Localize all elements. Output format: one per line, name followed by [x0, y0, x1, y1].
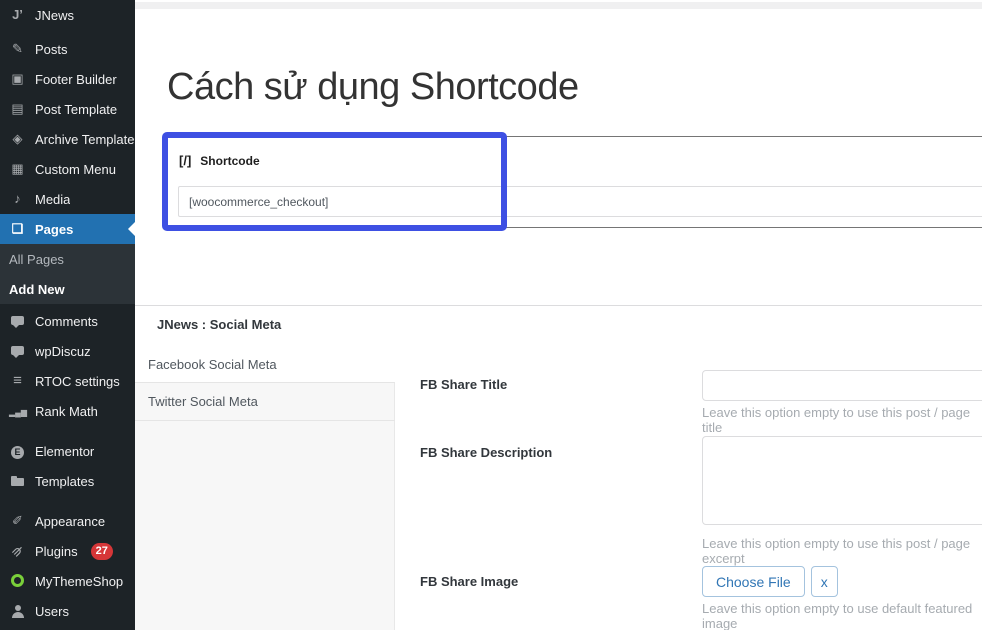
- fb-share-title-label: FB Share Title: [420, 377, 507, 392]
- mythemeshop-icon: [9, 573, 26, 589]
- tab-facebook-social-meta[interactable]: Facebook Social Meta: [135, 347, 395, 382]
- document-icon: [9, 101, 26, 117]
- grid-icon: [9, 161, 26, 177]
- admin-sidebar: JNews Posts Footer Builder Post Template…: [0, 0, 135, 630]
- shortcode-block-header: [/] Shortcode: [179, 153, 260, 168]
- wordpress-admin-page: JNews Posts Footer Builder Post Template…: [0, 0, 982, 630]
- fb-share-description-label: FB Share Description: [420, 445, 552, 460]
- sidebar-item-label: Templates: [35, 474, 94, 489]
- folder-icon: [9, 473, 26, 489]
- user-icon: [9, 603, 26, 619]
- sidebar-item-label: Custom Menu: [35, 162, 116, 177]
- fb-share-image-controls: Choose File x: [702, 566, 838, 597]
- sidebar-item-label: Rank Math: [35, 404, 98, 419]
- page-title[interactable]: Cách sử dụng Shortcode: [167, 66, 579, 109]
- sidebar-item-label: Plugins: [35, 544, 78, 559]
- metabox-title: JNews : Social Meta: [157, 317, 281, 332]
- sidebar-item-label: MyThemeShop: [35, 574, 123, 589]
- fb-share-image-label: FB Share Image: [420, 574, 518, 589]
- shortcode-icon: [/]: [179, 153, 191, 168]
- plug-icon: [9, 543, 26, 559]
- tag-icon: [9, 131, 26, 147]
- sidebar-item-label: Users: [35, 604, 69, 619]
- elementor-icon: [9, 443, 26, 459]
- sidebar-item-templates[interactable]: Templates: [0, 466, 135, 496]
- sidebar-item-footer-builder[interactable]: Footer Builder: [0, 64, 135, 94]
- sidebar-item-label: Appearance: [35, 514, 105, 529]
- sidebar-item-users[interactable]: Users: [0, 596, 135, 626]
- jnews-icon: [9, 7, 26, 23]
- submenu-item-add-new[interactable]: Add New: [0, 274, 135, 304]
- sidebar-item-wpdiscuz[interactable]: wpDiscuz: [0, 336, 135, 366]
- choose-file-button[interactable]: Choose File: [702, 566, 805, 597]
- sidebar-item-label: JNews: [35, 8, 74, 23]
- sidebar-item-appearance[interactable]: Appearance: [0, 506, 135, 536]
- fb-share-image-help: Leave this option empty to use default f…: [702, 601, 982, 630]
- sidebar-item-label: Pages: [35, 222, 73, 237]
- sidebar-item-rtoc-settings[interactable]: RTOC settings: [0, 366, 135, 396]
- shortcode-block-label: Shortcode: [200, 154, 259, 168]
- monitor-icon: [9, 71, 26, 87]
- fb-share-title-help: Leave this option empty to use this post…: [702, 405, 982, 435]
- pages-icon: [9, 221, 26, 237]
- tab-label: Facebook Social Meta: [148, 357, 277, 372]
- sidebar-item-elementor[interactable]: Elementor: [0, 436, 135, 466]
- sidebar-item-mythemeshop[interactable]: MyThemeShop: [0, 566, 135, 596]
- comment-icon: [9, 313, 26, 329]
- list-icon: [9, 373, 26, 389]
- tab-label: Twitter Social Meta: [148, 394, 258, 409]
- sidebar-item-jnews[interactable]: JNews: [0, 0, 135, 30]
- sidebar-item-label: Elementor: [35, 444, 94, 459]
- pages-submenu: All Pages Add New: [0, 244, 135, 304]
- brush-icon: [9, 513, 26, 529]
- metabox-top-border: [135, 305, 982, 306]
- sidebar-item-rank-math[interactable]: Rank Math: [0, 396, 135, 426]
- sidebar-item-label: Footer Builder: [35, 72, 117, 87]
- comment-icon: [9, 343, 26, 359]
- sidebar-item-plugins[interactable]: Plugins 27: [0, 536, 135, 566]
- sidebar-item-pages[interactable]: Pages: [0, 214, 135, 244]
- tab-twitter-social-meta[interactable]: Twitter Social Meta: [135, 382, 395, 421]
- shortcode-input[interactable]: [178, 186, 982, 217]
- sidebar-item-label: Posts: [35, 42, 68, 57]
- plugins-update-badge: 27: [91, 543, 113, 560]
- submenu-item-label: All Pages: [9, 252, 64, 267]
- media-icon: [9, 191, 26, 207]
- fb-share-description-help: Leave this option empty to use this post…: [702, 536, 982, 566]
- sidebar-item-archive-template[interactable]: Archive Template: [0, 124, 135, 154]
- pushpin-icon: [9, 41, 26, 57]
- sidebar-item-posts[interactable]: Posts: [0, 34, 135, 64]
- fb-share-description-textarea[interactable]: [702, 436, 982, 525]
- submenu-item-all-pages[interactable]: All Pages: [0, 244, 135, 274]
- top-divider-strip: [135, 2, 982, 9]
- submenu-item-label: Add New: [9, 282, 65, 297]
- clear-file-button[interactable]: x: [811, 566, 838, 597]
- sidebar-item-label: Post Template: [35, 102, 117, 117]
- sidebar-item-label: Archive Template: [35, 132, 134, 147]
- sidebar-item-post-template[interactable]: Post Template: [0, 94, 135, 124]
- sidebar-item-label: RTOC settings: [35, 374, 120, 389]
- sidebar-item-label: Media: [35, 192, 70, 207]
- sidebar-item-comments[interactable]: Comments: [0, 306, 135, 336]
- fb-share-title-input[interactable]: [702, 370, 982, 401]
- sidebar-item-custom-menu[interactable]: Custom Menu: [0, 154, 135, 184]
- bar-chart-icon: [9, 403, 26, 419]
- sidebar-item-media[interactable]: Media: [0, 184, 135, 214]
- sidebar-item-label: Comments: [35, 314, 98, 329]
- sidebar-item-label: wpDiscuz: [35, 344, 91, 359]
